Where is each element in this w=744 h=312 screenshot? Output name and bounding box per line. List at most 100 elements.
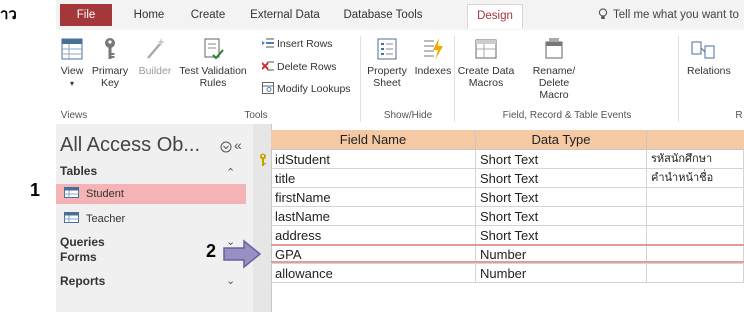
description-cell[interactable] [647,264,744,283]
lightbulb-icon [598,8,608,19]
nav-section-reports[interactable]: Reports [60,274,105,288]
property-sheet-icon [377,38,397,60]
field-name-cell[interactable]: idStudent [271,150,476,169]
tab-file[interactable]: File [60,4,112,26]
tab-design[interactable]: Design [467,4,523,29]
data-type-cell[interactable]: Short Text [476,226,647,245]
description-cell[interactable]: คำนำหน้าชื่อ [647,169,744,188]
tab-database-tools[interactable]: Database Tools [338,4,428,26]
nav-item-label: Teacher [86,213,126,225]
insert-rows-label: Insert Rows [277,38,333,50]
primary-key-label: Primary Key [91,65,129,89]
field-name-cell[interactable]: lastName [271,207,476,226]
group-label-show-hide: Show/Hide [383,110,433,121]
data-type-cell[interactable]: Short Text [476,169,647,188]
table-icon [64,187,79,198]
ribbon-separator [678,36,679,122]
create-data-macros-label: Create Data Macros [457,65,515,89]
group-label-field-events: Field, Record & Table Events [502,110,632,121]
data-type-cell[interactable]: Short Text [476,150,647,169]
relationships-label: Relations [687,65,731,77]
group-label-relationships: R [735,110,743,121]
field-name-cell[interactable]: GPA [271,245,476,264]
annotation-number-2: 2 [206,241,217,261]
dropdown-icon: ▾ [69,79,74,88]
tell-me-search[interactable]: Tell me what you want to do. [597,4,744,43]
wand-icon [147,38,165,59]
rename-delete-macro-button[interactable]: Rename/ Delete Macro [524,36,584,101]
test-validation-rules-button[interactable]: Test Validation Rules [176,36,250,89]
nav-item-label: Student [86,188,124,200]
shutter-bar-close-icon[interactable]: « [234,137,242,153]
data-type-cell[interactable]: Number [476,264,647,283]
data-macro-icon [475,39,497,59]
table-icon [64,212,79,223]
description-cell[interactable] [647,226,744,245]
datasheet-view-icon [61,38,83,60]
property-sheet-button[interactable]: Property Sheet [362,36,412,89]
key-icon [105,38,115,59]
nav-item-teacher[interactable]: Teacher [56,209,246,229]
tab-create[interactable]: Create [187,4,229,26]
validation-icon [204,38,224,60]
description-cell[interactable] [647,188,744,207]
nav-item-student[interactable]: Student [56,184,246,204]
ribbon-separator [360,36,361,122]
nav-section-tables[interactable]: Tables [60,164,97,178]
corner-label: าว [0,6,17,23]
tab-home[interactable]: Home [128,4,170,26]
primary-key-icon [260,153,266,166]
column-header-field-name[interactable]: Field Name [271,130,476,150]
test-validation-label: Test Validation Rules [179,65,247,89]
data-type-cell[interactable]: Short Text [476,188,647,207]
ribbon-panel: View ▾ Primary Key Builder Test Validati… [56,30,744,125]
field-name-cell[interactable]: allowance [271,264,476,283]
column-header-description[interactable] [647,130,744,150]
delete-rows-button[interactable]: Delete Rows [262,60,337,74]
relationships-icon [691,41,715,59]
indexes-label: Indexes [414,65,452,77]
pointer-arrow-icon [223,239,262,269]
view-button[interactable]: View ▾ [58,36,86,90]
table-design-grid: Field Name Data Type idStudent Short Text… [253,124,744,312]
rename-macro-icon [545,38,563,59]
relationships-button[interactable]: Relations [680,36,744,77]
create-data-macros-button[interactable]: Create Data Macros [456,36,516,89]
primary-key-button[interactable]: Primary Key [90,36,130,89]
lookup-icon [262,82,274,94]
data-type-cell[interactable]: Short Text [476,207,647,226]
expand-icon[interactable]: ⌄ [226,274,235,287]
builder-button[interactable]: Builder [136,36,174,77]
annotation-number-1: 1 [30,180,41,200]
description-cell[interactable] [647,207,744,226]
rename-delete-macro-label: Rename/ Delete Macro [532,65,576,101]
collapse-icon[interactable]: ⌃ [226,166,235,179]
nav-section-queries[interactable]: Queries [60,235,105,249]
group-label-views: Views [60,110,88,121]
nav-section-forms[interactable]: Forms [60,250,97,264]
ribbon-separator [454,36,455,122]
view-label: View [60,65,84,77]
nav-pane-title[interactable]: All Access Ob... [60,134,200,157]
description-cell[interactable]: รหัสนักศึกษา [647,150,744,169]
insert-rows-button[interactable]: Insert Rows [262,37,332,51]
field-name-cell[interactable]: title [271,169,476,188]
column-header-data-type[interactable]: Data Type [476,130,647,150]
delete-rows-icon [262,61,274,71]
nav-menu-dropdown-icon[interactable] [220,141,232,153]
group-label-tools: Tools [244,110,268,121]
modify-lookups-label: Modify Lookups [277,83,351,95]
insert-rows-icon [262,38,274,48]
delete-rows-label: Delete Rows [277,61,337,73]
lightning-icon [424,38,443,60]
indexes-button[interactable]: Indexes [414,36,452,77]
field-name-cell[interactable]: address [271,226,476,245]
property-sheet-label: Property Sheet [367,65,407,89]
description-cell[interactable] [647,245,744,264]
data-type-cell[interactable]: Number [476,245,647,264]
navigation-pane: All Access Ob... « Tables ⌃ Student Teac… [56,124,254,312]
modify-lookups-button[interactable]: Modify Lookups [262,82,351,96]
field-name-cell[interactable]: firstName [271,188,476,207]
tab-external-data[interactable]: External Data [245,4,325,26]
ribbon-tab-bar: File Home Create External Data Database … [56,0,744,43]
